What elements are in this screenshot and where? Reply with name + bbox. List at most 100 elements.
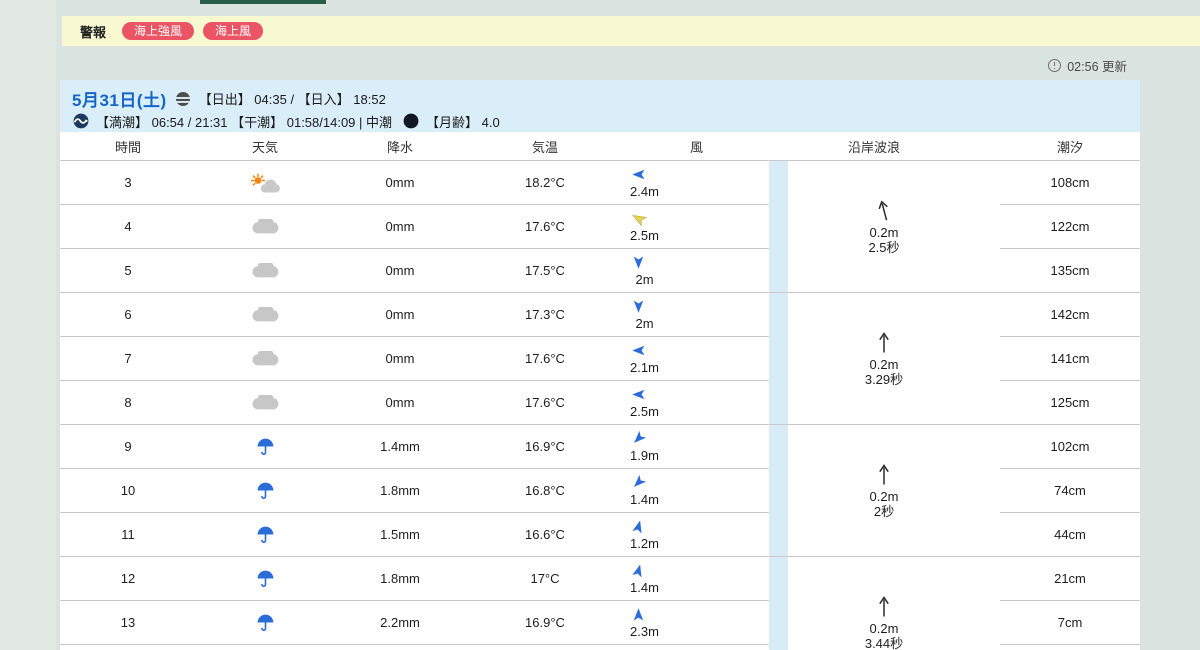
time-cell: 12 — [120, 571, 136, 586]
wind-cell: 2.1m — [566, 343, 711, 374]
time-cell: 5 — [124, 263, 132, 278]
wind-direction-arrow-icon — [631, 255, 646, 273]
wave-period-label: 3.44秒 — [864, 636, 904, 650]
active-tab-indicator[interactable] — [200, 0, 326, 4]
wave-period-label: 3.29秒 — [864, 371, 904, 387]
time-cell: 3 — [124, 175, 132, 190]
wind-cell: 2m — [566, 299, 711, 330]
wave-direction-arrow-icon — [878, 595, 890, 621]
tide-times-text: 【満潮】 06:54 / 21:31 【干潮】 01:58/14:09 | 中潮 — [96, 114, 393, 130]
time-cell: 10 — [120, 483, 136, 498]
wind-cell: 2.4m — [566, 167, 711, 198]
table-row: 11 1.5mm 16.6°C 1.2m — [60, 513, 769, 557]
wind-direction-arrow-icon — [631, 607, 646, 625]
precipitation-cell: 0mm — [385, 395, 415, 410]
precipitation-cell: 0mm — [385, 219, 415, 234]
info-icon — [1048, 59, 1062, 72]
precipitation-cell: 0mm — [385, 263, 415, 278]
table-row: 7 0mm 17.6°C 2.1m — [60, 337, 769, 381]
wind-direction-arrow-icon — [631, 211, 648, 229]
sunrise-sunset-icon — [173, 90, 192, 108]
precipitation-cell: 1.4mm — [380, 439, 420, 454]
wind-cell: 1.4m — [566, 563, 711, 594]
table-header-row: 時間 天気 降水 気温 風 沿岸波浪 潮汐 — [60, 132, 1140, 161]
wind-speed-label: 2.5m — [630, 404, 659, 419]
tide-icon — [72, 112, 90, 130]
table-body: 3 0mm 18.2°C 2.4m 108cm 4 0mm 17.6°C 2.5m 122cm 5 0… — [60, 161, 1140, 650]
wind-speed-label: 1.9m — [630, 448, 659, 463]
wind-cell: 1.4m — [566, 474, 711, 507]
column-header: 降水 — [386, 139, 413, 155]
wave-group-cell: 0.2m 2秒 — [769, 425, 1140, 557]
wave-group-cell: 0.2m 2.5秒 — [769, 161, 1140, 293]
left-margin-strip — [0, 0, 56, 650]
wind-speed-label: 1.2m — [630, 536, 659, 551]
alert-bar: 警報 海上強風 海上風 — [62, 16, 1200, 46]
wind-speed-label: 1.4m — [630, 492, 659, 507]
moon-phase-icon — [402, 112, 420, 130]
warning-badge[interactable]: 海上風 — [203, 22, 264, 40]
table-row: 5 0mm 17.5°C 2m — [60, 249, 769, 293]
column-header: 潮汐 — [1056, 139, 1083, 155]
cloud-icon — [196, 263, 334, 278]
wind-cell: 1.9m — [566, 430, 711, 463]
column-header: 風 — [689, 139, 703, 155]
wind-direction-arrow-icon — [631, 167, 646, 185]
time-cell: 6 — [124, 307, 132, 322]
precipitation-cell: 0mm — [385, 307, 415, 322]
wind-cell: 2m — [566, 255, 711, 286]
cloud-icon — [196, 351, 334, 366]
wave-height-label: 0.2m — [869, 621, 899, 636]
wind-direction-arrow-icon — [631, 563, 646, 581]
date-title: 5月31日(土) — [72, 91, 167, 110]
sunrise-sunset-text: 【日出】 04:35 / 【日入】 18:52 — [198, 92, 386, 107]
table-row: 13 2.2mm 16.9°C 2.3m — [60, 601, 769, 645]
alert-label: 警報 — [80, 24, 107, 40]
wave-group-cell: 0.2m 3.44秒 — [769, 557, 1140, 650]
umbrella-icon — [196, 524, 334, 545]
wave-period-label: 2.5秒 — [868, 239, 900, 255]
update-time-label: 02:56 更新 — [1067, 60, 1127, 74]
table-row: 6 0mm 17.3°C 2m — [60, 293, 769, 337]
precipitation-cell: 0mm — [385, 351, 415, 366]
column-header: 気温 — [531, 139, 558, 155]
wave-height-label: 0.2m — [869, 356, 899, 372]
time-cell: 8 — [124, 395, 132, 410]
wind-speed-label: 2m — [635, 316, 654, 331]
wind-speed-label: 2.1m — [630, 360, 659, 375]
update-status: 02:56 更新 — [1048, 56, 1127, 75]
cloud-icon — [196, 307, 334, 322]
cloud-icon — [196, 219, 334, 234]
table-row: 9 1.4mm 16.9°C 1.9m — [60, 425, 769, 469]
wind-speed-label: 2.5m — [630, 228, 659, 243]
column-header: 時間 — [114, 139, 141, 155]
wind-cell: 2.3m — [566, 607, 711, 638]
wave-height-label: 0.2m — [869, 488, 899, 504]
wind-direction-arrow-icon — [631, 430, 647, 449]
wind-speed-label: 1.4m — [630, 580, 659, 595]
wave-height-label: 0.2m — [869, 224, 899, 240]
umbrella-icon — [196, 480, 334, 501]
table-row: 10 1.8mm 16.8°C 1.4m — [60, 469, 769, 513]
wind-speed-label: 2m — [635, 272, 654, 287]
wave-direction-arrow-icon — [878, 331, 890, 357]
sun-behind-cloud-icon — [196, 172, 334, 194]
precipitation-cell: 0mm — [385, 175, 415, 190]
column-header: 沿岸波浪 — [847, 139, 900, 155]
forecast-card: 5月31日(土) 【日出】 04:35 / 【日入】 18:52 【満潮】 06… — [60, 80, 1140, 650]
wind-cell: 2.5m — [566, 211, 711, 242]
wave-period-label: 2秒 — [873, 503, 895, 519]
cloud-icon — [196, 395, 334, 410]
table-row: 3 0mm 18.2°C 2.4m — [60, 161, 769, 205]
time-cell: 7 — [124, 351, 132, 366]
table-row: 8 0mm 17.6°C 2.5m — [60, 381, 769, 425]
table-row: 12 1.8mm 17°C 1.4m — [60, 557, 769, 601]
table-row: 4 0mm 17.6°C 2.5m — [60, 205, 769, 249]
wave-direction-arrow-icon — [878, 199, 890, 225]
precipitation-cell: 1.8mm — [380, 571, 420, 586]
wind-cell: 2.5m — [566, 387, 711, 418]
wind-speed-label: 2.3m — [630, 624, 659, 639]
wind-direction-arrow-icon — [631, 343, 646, 361]
warning-badge[interactable]: 海上強風 — [122, 22, 195, 40]
precipitation-cell: 2.2mm — [380, 615, 420, 630]
